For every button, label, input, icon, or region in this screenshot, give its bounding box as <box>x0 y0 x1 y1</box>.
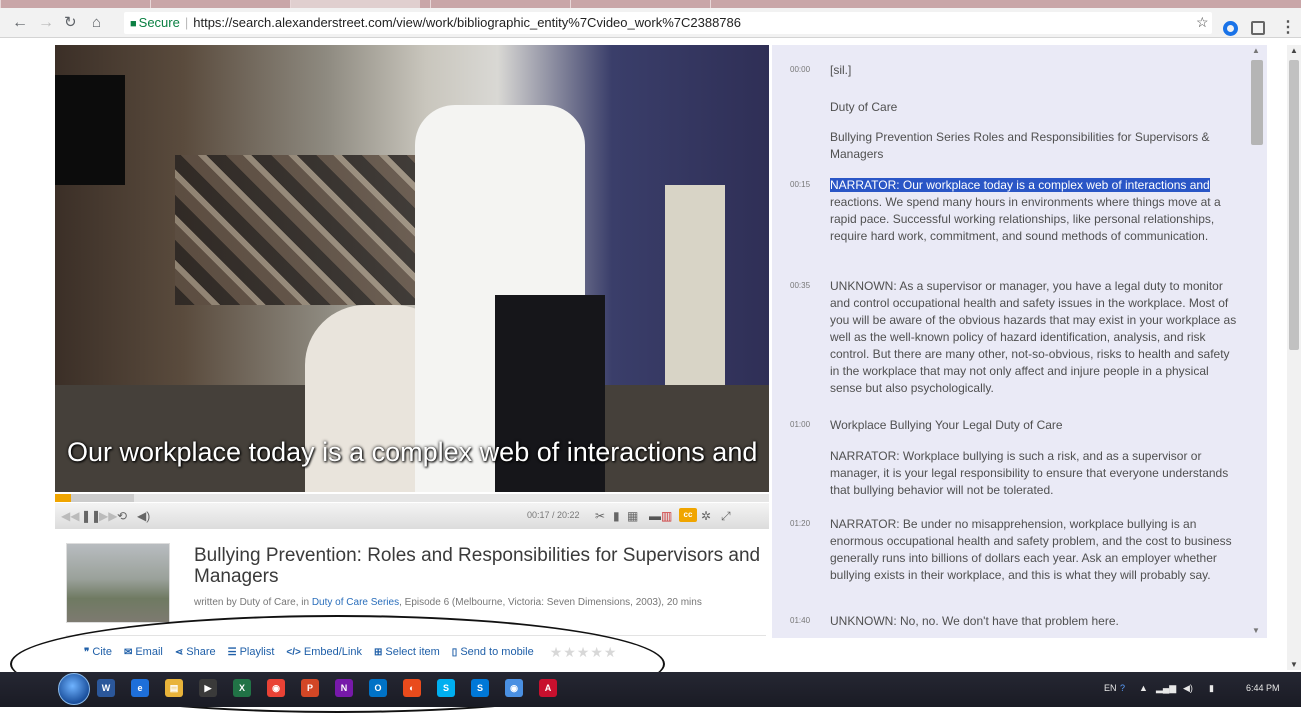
transcript-scrollbar[interactable] <box>1251 60 1263 145</box>
transcript-text: Workplace Bullying Your Legal Duty of Ca… <box>830 418 1063 432</box>
work-title: Bullying Prevention: Roles and Responsib… <box>194 545 761 587</box>
grid-view-icon[interactable]: ▦ <box>627 507 638 525</box>
url-text: https://search.alexanderstreet.com/view/… <box>193 15 741 30</box>
folder-icon[interactable]: ▤ <box>165 679 183 697</box>
powerpoint-icon[interactable]: P <box>301 679 319 697</box>
transcript-text: NARRATOR: Workplace bullying is such a r… <box>830 449 1229 497</box>
tab-strip <box>0 0 1301 8</box>
chrome-icon[interactable]: ◉ <box>267 679 285 697</box>
transcript-text: UNKNOWN: No, no. We don't have that prob… <box>830 614 1119 628</box>
start-button[interactable] <box>58 673 90 705</box>
paint-icon[interactable]: ◐ <box>403 679 421 697</box>
fullscreen-icon[interactable]: ⤢ <box>721 507 731 525</box>
address-bar: ← → ↻ ⌂ ■ Secure | https://search.alexander… <box>0 8 1301 38</box>
help-icon[interactable]: ? <box>1120 683 1125 693</box>
pdf-icon[interactable]: A <box>539 679 557 697</box>
browser-tab[interactable] <box>430 0 560 8</box>
browser-tab-active[interactable] <box>290 0 420 8</box>
highlighted-text: NARRATOR: Our workplace today is a compl… <box>830 178 1210 192</box>
extension-icon[interactable] <box>1251 21 1265 35</box>
transcript-text: NARRATOR: Be under no misapprehension, w… <box>830 517 1232 582</box>
time-readout: 00:17 / 20:22 <box>527 510 580 520</box>
onenote-icon[interactable]: N <box>335 679 353 697</box>
video-progress-bar[interactable] <box>55 494 769 502</box>
home-icon[interactable]: ⌂ <box>92 14 101 32</box>
extension-icon[interactable] <box>1223 21 1238 36</box>
transcript-panel[interactable]: 00:00 [sil.] Duty of Care Bullying Preventi… <box>772 45 1267 638</box>
page-scroll-up-icon[interactable]: ▲ <box>1290 46 1298 55</box>
lock-icon: ■ <box>130 18 137 30</box>
speaker-icon[interactable]: ◀) <box>1183 683 1193 694</box>
work-credit: written by Duty of Care, in Duty of Care… <box>194 597 702 608</box>
browser-tab[interactable] <box>0 0 140 8</box>
clock[interactable]: 6:44 PM <box>1246 683 1280 693</box>
transcript-timestamp[interactable]: 01:20 <box>790 519 810 528</box>
transcript-timestamp[interactable]: 01:00 <box>790 420 810 429</box>
transcript-toggle-icon[interactable]: ▥ <box>661 507 672 525</box>
progress-played <box>55 494 72 502</box>
transcript-timestamp[interactable]: 00:15 <box>790 180 810 189</box>
browser-tab[interactable] <box>710 0 840 8</box>
transcript-text: Bullying Prevention Series Roles and Res… <box>830 130 1210 161</box>
excel-icon[interactable]: X <box>233 679 251 697</box>
series-link[interactable]: Duty of Care Series <box>312 597 399 608</box>
back-icon[interactable]: ← <box>12 14 28 32</box>
transcript-text: Duty of Care <box>830 100 898 114</box>
transcript-timestamp[interactable]: 00:00 <box>790 65 810 74</box>
settings-gear-icon[interactable]: ✲ <box>701 507 711 525</box>
forward-icon[interactable]: → <box>38 14 54 32</box>
skype-business-icon[interactable]: S <box>471 679 489 697</box>
reload-icon[interactable]: ↻ <box>64 14 77 32</box>
browser-menu-icon[interactable]: ⋮ <box>1280 17 1296 37</box>
video-thumbnail <box>66 543 170 623</box>
bookmark-star-icon[interactable]: ☆ <box>1196 14 1209 31</box>
replay-5s-icon[interactable]: ⟲ <box>117 507 127 525</box>
url-input[interactable]: ■ Secure | https://search.alexanderstreet.c… <box>124 12 1212 34</box>
ie-icon[interactable]: e <box>131 679 149 697</box>
transcript-timestamp[interactable]: 01:40 <box>790 616 810 625</box>
skip-back-icon[interactable]: ◀◀ <box>61 507 79 525</box>
volume-icon[interactable]: ◀) <box>137 507 150 525</box>
video-controls: ◀◀ ❚❚ ▶▶ ⟲ ◀) 00:17 / 20:22 ✂ ▮ ▦ ▬ ▥ cc… <box>55 503 769 529</box>
closed-caption-button[interactable]: cc <box>679 508 697 522</box>
transcript-scroll-down-icon[interactable]: ▼ <box>1252 626 1260 635</box>
transcript-timestamp[interactable]: 00:35 <box>790 281 810 290</box>
transcript-scroll-up-icon[interactable]: ▲ <box>1252 46 1260 55</box>
layout-icon[interactable]: ▬ <box>649 507 661 525</box>
transcript-text: [sil.] <box>830 63 852 77</box>
battery-icon[interactable]: ▮ <box>1209 683 1214 694</box>
word-icon[interactable]: W <box>97 679 115 697</box>
transcript-text: UNKNOWN: As a supervisor or manager, you… <box>830 279 1237 395</box>
chrome-alt-icon[interactable]: ◉ <box>505 679 523 697</box>
page-scroll-down-icon[interactable]: ▼ <box>1290 660 1298 669</box>
browser-tab[interactable] <box>570 0 700 8</box>
outlook-icon[interactable]: O <box>369 679 387 697</box>
media-icon[interactable]: ▶ <box>199 679 217 697</box>
browser-tab[interactable] <box>150 0 280 8</box>
skype-icon[interactable]: S <box>437 679 455 697</box>
language-indicator[interactable]: EN <box>1104 683 1117 693</box>
bookmark-icon[interactable]: ▮ <box>613 507 620 525</box>
secure-label: Secure <box>138 15 180 30</box>
clip-icon[interactable]: ✂ <box>595 507 605 525</box>
page-scroll-thumb[interactable] <box>1289 60 1299 350</box>
transcript-text: NARRATOR: Our workplace today is a compl… <box>830 178 1221 243</box>
tray-expand-icon[interactable]: ▲ <box>1139 683 1148 693</box>
video-subtitle: Our workplace today is a complex web of … <box>67 437 758 467</box>
network-icon[interactable]: ▂▄▆ <box>1156 683 1176 694</box>
windows-taskbar: We ▤ ▶ X ◉ P N O ◐ S S ◉ A EN ? ▲ ▂▄▆ ◀) ▮ 6:44 PM <box>0 672 1301 707</box>
skip-forward-icon[interactable]: ▶▶ <box>99 507 117 525</box>
video-player[interactable]: Our workplace today is a complex web of … <box>55 45 769 492</box>
